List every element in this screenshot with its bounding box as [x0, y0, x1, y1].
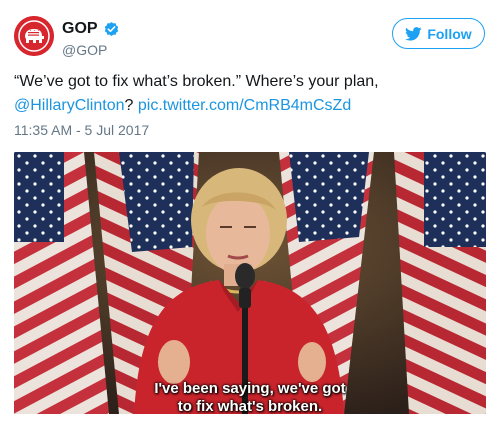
avatar[interactable] — [14, 16, 54, 56]
twitter-bird-icon — [405, 26, 422, 41]
caption-line-2: to fix what's broken. — [177, 398, 323, 414]
display-name[interactable]: GOP — [62, 20, 98, 38]
follow-label: Follow — [427, 25, 472, 42]
tweet-header: GOP @GOP Follow — [0, 0, 500, 70]
video-caption: I've been saying, we've got to fix what'… — [14, 380, 486, 414]
mention-link[interactable]: @HillaryClinton — [14, 97, 125, 114]
tweet-quote: “We’ve got to fix what’s broken.” Where’… — [14, 73, 379, 90]
video-media[interactable]: I've been saying, we've got to fix what'… — [14, 152, 486, 414]
tweet-text: “We’ve got to fix what’s broken.” Where’… — [14, 70, 484, 118]
caption-line-1: I've been saying, we've got — [154, 380, 346, 397]
user-handle[interactable]: @GOP — [62, 42, 120, 58]
display-name-row: GOP — [62, 19, 120, 39]
verified-badge-icon — [103, 21, 120, 38]
media-link[interactable]: pic.twitter.com/CmRB4mCsZd — [138, 97, 351, 114]
elephant-logo-icon — [14, 16, 54, 56]
follow-button[interactable]: Follow — [392, 18, 485, 49]
video-frame — [14, 152, 486, 414]
user-info: GOP @GOP — [62, 19, 120, 58]
tweet-timestamp[interactable]: 11:35 AM - 5 Jul 2017 — [14, 122, 149, 138]
tweet-text-mid: ? — [124, 97, 134, 114]
